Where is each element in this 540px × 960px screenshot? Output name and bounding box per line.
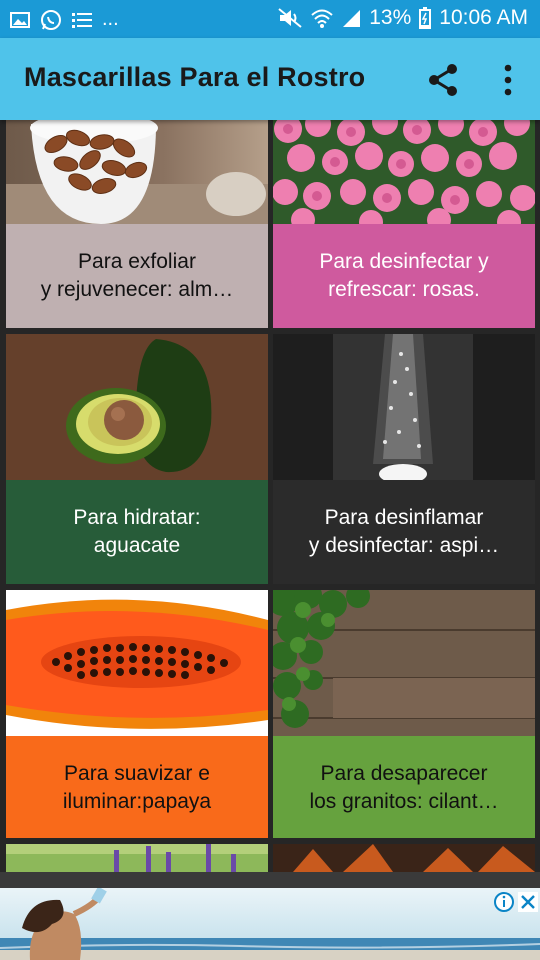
- card-caption: Para hidratar: aguacate: [6, 480, 268, 584]
- share-button[interactable]: [424, 60, 464, 100]
- ad-info-button[interactable]: [494, 892, 514, 912]
- signal-icon: [341, 8, 361, 28]
- almonds-image: [6, 120, 268, 224]
- card-aspirin[interactable]: Para desinflamar y desinfectar: aspi…: [273, 334, 535, 584]
- ad-image: [0, 888, 540, 960]
- more-notifications: ...: [102, 8, 119, 30]
- battery-icon: [419, 7, 432, 29]
- card-papaya[interactable]: Para suavizar e iluminar:papaya: [6, 590, 268, 838]
- card-roses[interactable]: Para desinfectar y refrescar: rosas.: [273, 120, 535, 328]
- info-icon: [494, 892, 514, 912]
- ad-banner[interactable]: [0, 888, 540, 960]
- card-lavender[interactable]: [6, 844, 268, 872]
- papaya-image: [6, 590, 268, 736]
- whatsapp-icon: [40, 9, 62, 31]
- roses-image: [273, 120, 535, 224]
- wifi-icon: [311, 8, 333, 28]
- more-vert-icon: [504, 64, 512, 96]
- autumn-leaves-image: [273, 844, 535, 872]
- image-icon: [10, 11, 30, 28]
- clock: 10:06 AM: [439, 6, 528, 29]
- card-autumn[interactable]: [273, 844, 535, 872]
- card-caption: Para desaparecer los granitos: cilant…: [273, 736, 535, 838]
- card-caption: Para desinflamar y desinfectar: aspi…: [273, 480, 535, 584]
- avocado-image: [6, 334, 268, 480]
- status-bar: ... 13% 10:06 AM: [0, 0, 540, 38]
- ad-divider: [0, 872, 540, 888]
- card-avocado[interactable]: Para hidratar: aguacate: [6, 334, 268, 584]
- battery-percent: 13%: [369, 6, 412, 29]
- list-icon: [72, 11, 92, 29]
- remedies-grid: Para exfoliar y rejuvenecer: alm… Para d…: [0, 120, 540, 872]
- card-caption: Para suavizar e iluminar:papaya: [6, 736, 268, 838]
- close-icon: [521, 895, 535, 909]
- more-options-button[interactable]: [494, 60, 522, 100]
- card-caption: Para desinfectar y refrescar: rosas.: [273, 224, 535, 328]
- share-icon: [429, 64, 457, 96]
- card-almonds[interactable]: Para exfoliar y rejuvenecer: alm…: [6, 120, 268, 328]
- card-cilantro[interactable]: Para desaparecer los granitos: cilant…: [273, 590, 535, 838]
- cilantro-image: [273, 590, 535, 736]
- aspirin-image: [273, 334, 535, 480]
- app-title: Mascarillas Para el Rostro: [24, 62, 366, 92]
- mute-icon: [277, 7, 303, 29]
- card-caption: Para exfoliar y rejuvenecer: alm…: [6, 224, 268, 328]
- ad-close-button[interactable]: [518, 892, 538, 912]
- app-bar: Mascarillas Para el Rostro: [0, 38, 540, 120]
- lavender-image: [6, 844, 268, 872]
